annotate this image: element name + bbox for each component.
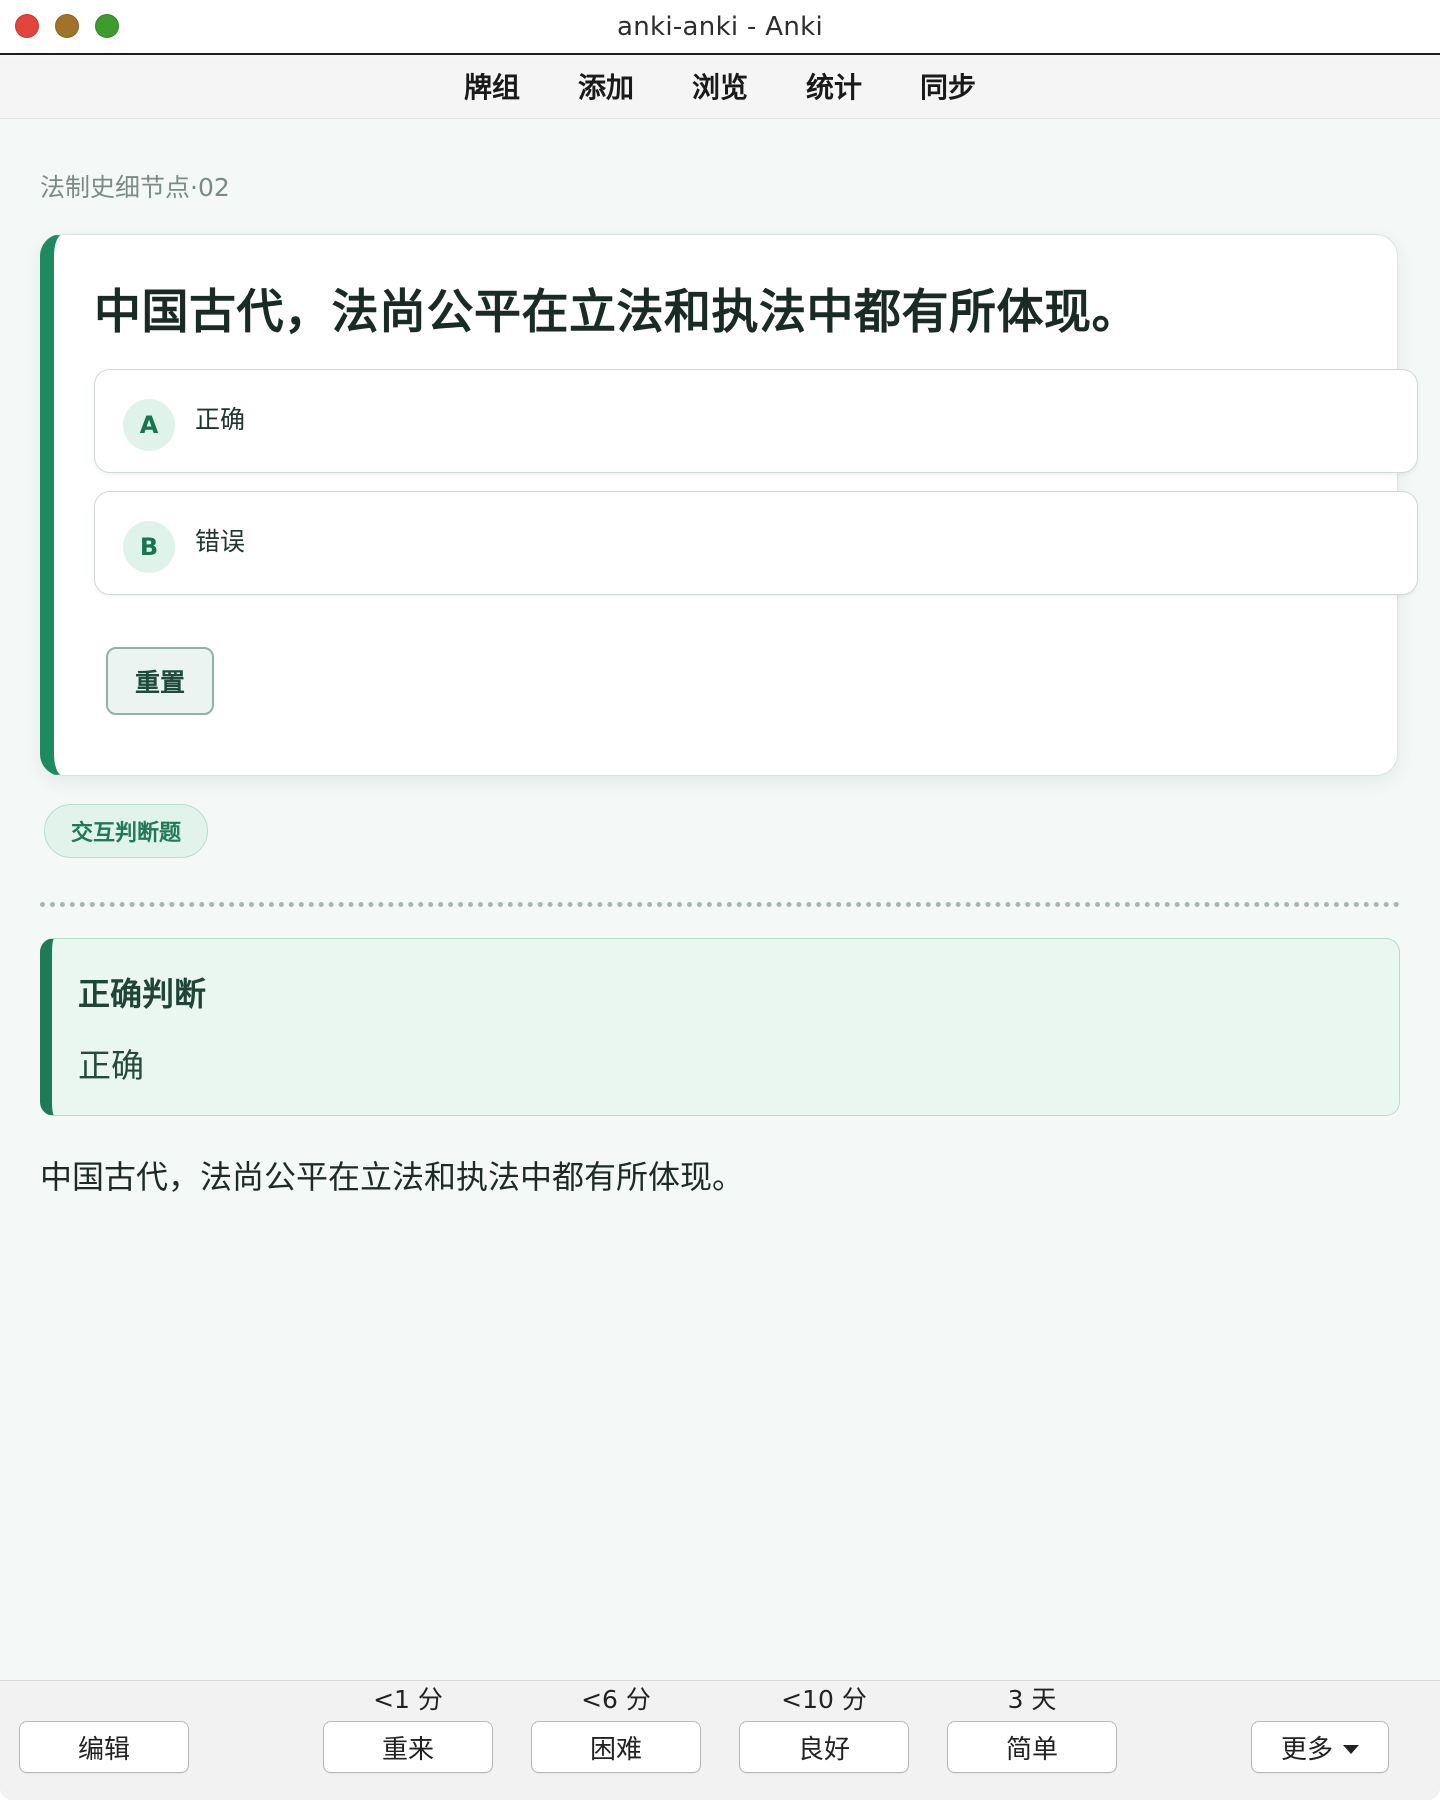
minimize-window-button[interactable] bbox=[55, 14, 79, 38]
good-button[interactable]: 良好 bbox=[739, 1721, 909, 1773]
edit-button-label: 编辑 bbox=[77, 1734, 130, 1765]
easy-button-label: 简单 bbox=[1005, 1734, 1058, 1765]
good-interval: <10 分 bbox=[781, 1685, 867, 1714]
review-bottom-bar: 编辑 <1 分 重来 <6 分 困难 <10 分 良好 3 天 简单 更多 bbox=[0, 1680, 1440, 1800]
answer-value: 正确 bbox=[78, 1046, 144, 1085]
main-toolbar: 牌组 添加 浏览 统计 同步 bbox=[0, 57, 1440, 119]
again-interval: <1 分 bbox=[373, 1685, 443, 1714]
question-card: 中国古代，法尚公平在立法和执法中都有所体现。 A 正确 B 错误 重置 bbox=[40, 234, 1418, 776]
reset-button[interactable]: 重置 bbox=[106, 647, 214, 715]
answer-box: 正确判断 正确 bbox=[40, 938, 1400, 1116]
window-controls bbox=[15, 14, 119, 38]
anki-window: anki-anki - Anki 牌组 添加 浏览 统计 同步 法制史细节点·0… bbox=[0, 0, 1440, 1800]
option-b[interactable]: B 错误 bbox=[94, 491, 1418, 595]
title-bar: anki-anki - Anki bbox=[0, 0, 1440, 55]
edit-button[interactable]: 编辑 bbox=[19, 1721, 189, 1773]
option-a[interactable]: A 正确 bbox=[94, 369, 1418, 473]
back-text: 中国古代，法尚公平在立法和执法中都有所体现。 bbox=[40, 1158, 745, 1196]
deck-name: 法制史细节点·02 bbox=[40, 173, 230, 202]
answer-title: 正确判断 bbox=[78, 975, 207, 1013]
toolbar-add[interactable]: 添加 bbox=[549, 58, 663, 118]
again-button-label: 重来 bbox=[381, 1734, 434, 1765]
review-content: 法制史细节点·02 中国古代，法尚公平在立法和执法中都有所体现。 A 正确 B … bbox=[0, 120, 1440, 1680]
toolbar-decks[interactable]: 牌组 bbox=[435, 58, 549, 118]
good-button-label: 良好 bbox=[797, 1734, 850, 1765]
option-a-text: 正确 bbox=[195, 405, 246, 434]
again-button[interactable]: 重来 bbox=[323, 1721, 493, 1773]
easy-interval: 3 天 bbox=[1007, 1685, 1057, 1714]
hard-button-label: 困难 bbox=[589, 1734, 642, 1765]
option-a-letter: A bbox=[123, 399, 175, 451]
option-b-letter: B bbox=[123, 521, 175, 573]
question-text: 中国古代，法尚公平在立法和执法中都有所体现。 bbox=[94, 285, 1139, 340]
toolbar-browse[interactable]: 浏览 bbox=[663, 58, 777, 118]
close-window-button[interactable] bbox=[15, 14, 39, 38]
maximize-window-button[interactable] bbox=[95, 14, 119, 38]
more-button[interactable]: 更多 bbox=[1251, 1721, 1389, 1773]
hard-interval: <6 分 bbox=[581, 1685, 651, 1714]
window-title: anki-anki - Anki bbox=[616, 11, 824, 42]
card-type-tag: 交互判断题 bbox=[44, 804, 208, 858]
toolbar-sync[interactable]: 同步 bbox=[891, 58, 1005, 118]
toolbar-stats[interactable]: 统计 bbox=[777, 58, 891, 118]
hard-button[interactable]: 困难 bbox=[531, 1721, 701, 1773]
chevron-down-icon bbox=[1343, 1744, 1359, 1754]
easy-button[interactable]: 简单 bbox=[947, 1721, 1117, 1773]
option-b-text: 错误 bbox=[195, 527, 246, 556]
answer-divider bbox=[40, 902, 1400, 907]
more-button-label: 更多 bbox=[1280, 1734, 1333, 1765]
